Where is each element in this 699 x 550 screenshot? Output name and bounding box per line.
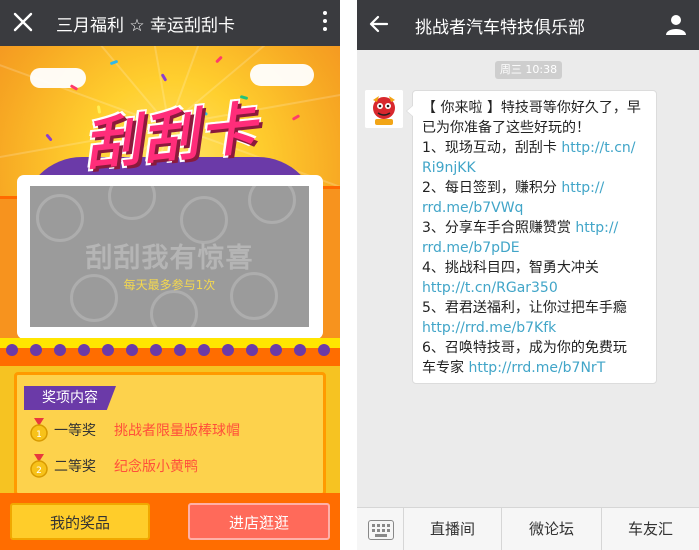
message-line: Ri9njKK	[422, 158, 648, 178]
prize-name: 挑战者限量版棒球帽	[114, 423, 240, 439]
awning-dot	[294, 344, 306, 356]
left-header: 三月福利 ☆ 幸运刮刮卡	[0, 0, 340, 46]
message-link[interactable]: http://t.cn/	[561, 140, 635, 156]
awning-dot	[30, 344, 42, 356]
awning-dot	[150, 344, 162, 356]
prize-section-tag: 奖项内容	[24, 386, 116, 410]
page-title: 三月福利 ☆ 幸运刮刮卡	[56, 16, 236, 36]
message-link[interactable]: http://	[575, 220, 618, 236]
svg-text:2: 2	[36, 466, 42, 476]
scratch-headline: 刮刮我有惊喜	[85, 243, 254, 274]
daily-limit-note: 每天最多参与1次	[123, 278, 216, 292]
awning-dot	[198, 344, 210, 356]
chat-header: 挑战者汽车特技俱乐部	[357, 0, 699, 50]
back-arrow-icon[interactable]	[369, 14, 389, 34]
my-prizes-button[interactable]: 我的奖品	[10, 503, 150, 540]
awning-dot	[222, 344, 234, 356]
awning-decoration	[0, 338, 340, 366]
message-line: 车专家 http://rrd.me/b7NrT	[422, 360, 606, 376]
message-link[interactable]: http://rrd.me/b7Kfk	[422, 320, 556, 336]
awning-dot	[102, 344, 114, 356]
keyboard-icon	[368, 520, 394, 540]
menu-item-forum[interactable]: 微论坛	[502, 508, 602, 550]
gold-medal-icon: 1	[30, 418, 48, 442]
awning-dot	[78, 344, 90, 356]
confetti	[215, 55, 223, 64]
awning-light-strip	[0, 338, 340, 348]
message-link[interactable]: Ri9njKK	[422, 160, 476, 176]
message-link[interactable]: rrd.me/b7pDE	[422, 240, 520, 256]
keyboard-toggle-button[interactable]	[357, 508, 404, 550]
message-line: 4、挑战科目四，智勇大冲关	[422, 260, 599, 276]
awning-dot	[54, 344, 66, 356]
svg-text:1: 1	[36, 430, 42, 440]
message-line: 2、每日签到，赚积分 http://	[422, 180, 605, 196]
message-line: 已为你准备了这些好玩的！	[422, 120, 590, 136]
awning-dot	[270, 344, 282, 356]
awning-dot	[246, 344, 258, 356]
more-vertical-icon[interactable]	[322, 11, 328, 33]
message-line: 5、君君送福利，让你过把车手瘾	[422, 300, 627, 316]
visit-shop-button[interactable]: 进店逛逛	[188, 503, 330, 540]
scratch-area[interactable]: 刮刮我有惊喜 每天最多参与1次	[30, 186, 309, 327]
message-link[interactable]: rrd.me/b7VWq	[422, 200, 523, 216]
awning-dot	[318, 344, 330, 356]
message-bubble: 【 你来啦 】特技哥等你好久了，早 已为你准备了这些好玩的！ 1、现场互动，刮刮…	[406, 90, 657, 384]
silver-medal-icon: 2	[30, 454, 48, 478]
user-icon[interactable]	[665, 13, 687, 35]
smiley-pattern	[150, 290, 198, 327]
chat-page: 挑战者汽车特技俱乐部 周三 10:38 【 你来啦 】特技哥等你好久了，早 已为…	[357, 0, 699, 550]
confetti	[45, 133, 53, 142]
message-link[interactable]: http://rrd.me/b7NrT	[468, 360, 605, 376]
message-line: 【 你来啦 】特技哥等你好久了，早	[422, 100, 641, 116]
message-link[interactable]: http://t.cn/RGar350	[422, 280, 558, 296]
cloud-decoration	[30, 68, 86, 88]
menu-item-club[interactable]: 车友汇	[602, 508, 699, 550]
message-line: 1、现场互动，刮刮卡 http://t.cn/	[422, 140, 636, 156]
message-line: http://t.cn/RGar350	[422, 278, 648, 298]
prize-name: 纪念版小黄鸭	[114, 459, 198, 475]
avatar[interactable]	[365, 90, 403, 128]
message-link[interactable]: http://	[561, 180, 604, 196]
message-line: http://rrd.me/b7Kfk	[422, 318, 648, 338]
chat-bottom-menu: 直播间 微论坛 车友汇	[357, 507, 699, 550]
close-icon[interactable]	[10, 9, 36, 35]
awning-dot	[6, 344, 18, 356]
awning-dot	[126, 344, 138, 356]
smiley-pattern	[248, 186, 296, 224]
prize-rank: 二等奖	[54, 459, 96, 475]
message-timestamp: 周三 10:38	[495, 61, 562, 79]
mascot-avatar-icon	[365, 90, 403, 128]
awning-dot	[174, 344, 186, 356]
message-line: rrd.me/b7VWq	[422, 198, 648, 218]
chat-title: 挑战者汽车特技俱乐部	[415, 18, 585, 38]
smiley-pattern	[36, 194, 84, 242]
smiley-pattern	[108, 186, 156, 220]
confetti	[291, 114, 301, 121]
prize-rank: 一等奖	[54, 423, 96, 439]
menu-item-live[interactable]: 直播间	[404, 508, 502, 550]
scratch-card-page: 三月福利 ☆ 幸运刮刮卡 刮刮卡 刮刮我有惊喜 每天最多参与1次 奖项内容 1 …	[0, 0, 340, 550]
message-line: 3、分享车手合照赚赞赏 http://	[422, 220, 619, 236]
message-line: rrd.me/b7pDE	[422, 238, 648, 258]
message-line: 6、召唤特技哥，成为你的免费玩	[422, 340, 627, 356]
